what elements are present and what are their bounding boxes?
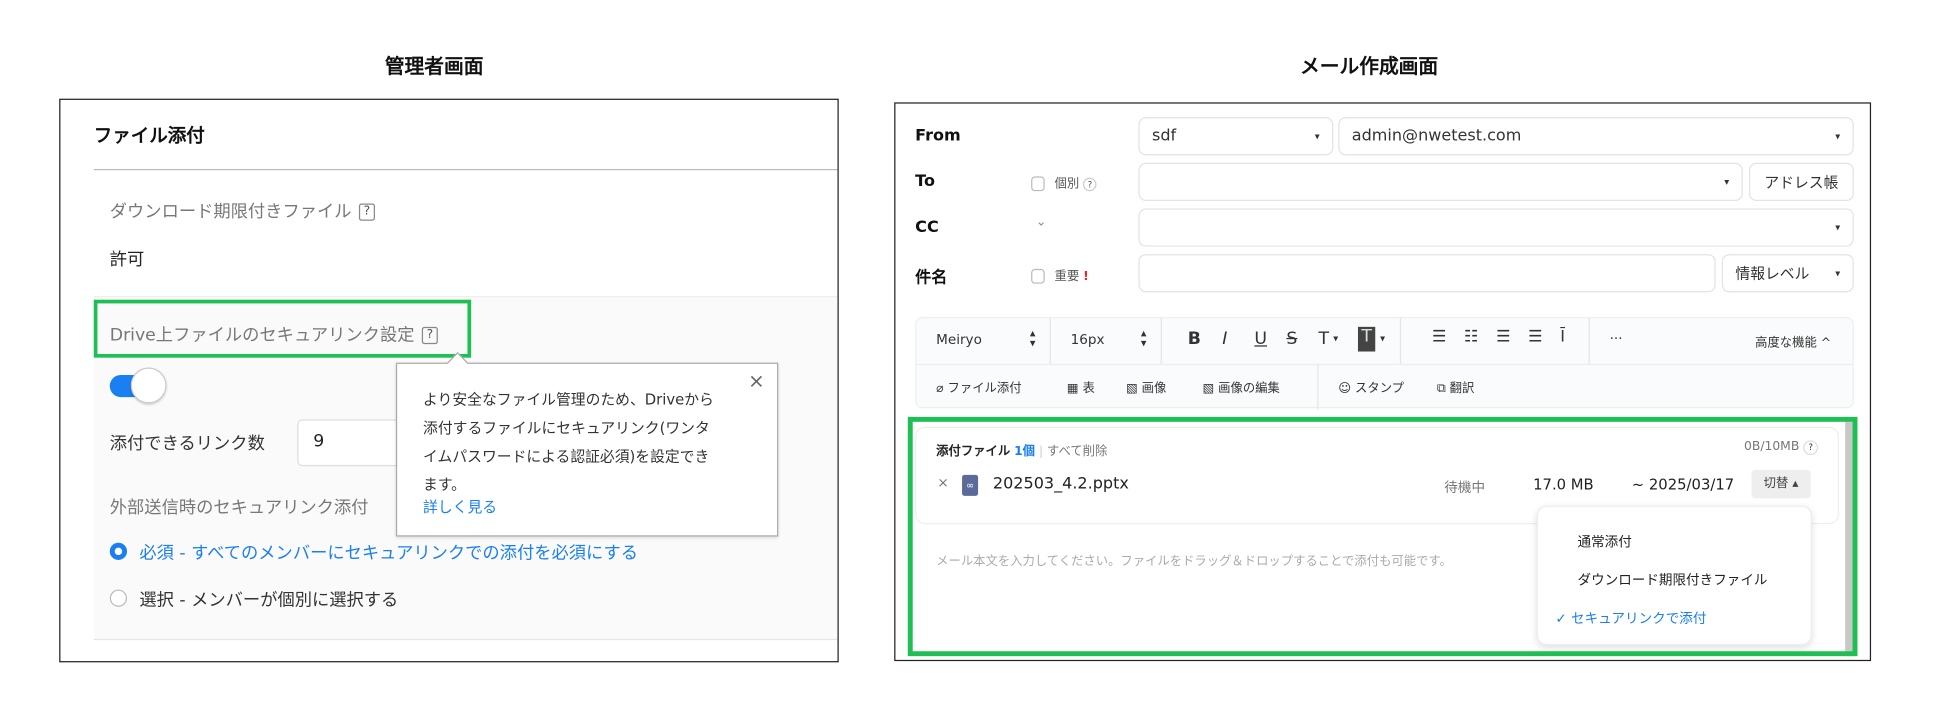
secure-link-label-text: Drive上ファイルのセキュアリンク設定	[109, 325, 415, 346]
stamp-label: スタンプ	[1355, 382, 1405, 396]
option-optional-label[interactable]: 選択 - メンバーが個別に選択する	[139, 587, 398, 612]
translate-icon: ⧉	[1436, 382, 1446, 396]
caret-icon: ▾	[1835, 130, 1841, 142]
stepper-icon[interactable]: ▴ ▾	[1141, 329, 1147, 350]
subject-input[interactable]	[1138, 254, 1716, 293]
important-checkbox[interactable]	[1031, 268, 1045, 284]
from-email-select[interactable]: admin@nwetest.com ▾	[1338, 117, 1854, 156]
external-send-label: 外部送信時のセキュアリンク添付	[109, 498, 369, 519]
help-icon[interactable]: ?	[421, 326, 438, 345]
important-option[interactable]: 重要 !	[1031, 265, 1089, 284]
admin-panel: ファイル添付 ダウンロード期限付きファイル? 許可 Drive上ファイルのセキュ…	[59, 98, 839, 663]
caret-icon: ▾	[1380, 333, 1386, 345]
download-setting-label: ダウンロード期限付きファイル?	[110, 199, 375, 224]
underline-button[interactable]: U	[1254, 329, 1267, 349]
image-edit-label: 画像の編集	[1218, 382, 1280, 396]
divider	[93, 168, 838, 171]
caret-icon: ▾	[1835, 267, 1841, 279]
radio-required[interactable]	[109, 542, 128, 560]
help-icon[interactable]: ?	[358, 203, 375, 221]
link-count-label: 添付できるリンク数	[109, 434, 265, 454]
align-icon[interactable]: ☰	[1432, 328, 1446, 347]
image-edit-button[interactable]: ▧ 画像の編集	[1203, 377, 1280, 396]
to-select[interactable]: ▾	[1138, 162, 1743, 202]
close-icon[interactable]: ×	[748, 369, 765, 392]
image-label: 画像	[1141, 382, 1167, 396]
tooltip-line: イムパスワードによる認証必須)を設定でき	[423, 447, 710, 465]
stage: 管理者画面 メール作成画面 ファイル添付 ダウンロード期限付きファイル? 許可 …	[0, 0, 1934, 712]
caret-icon: ▾	[1333, 333, 1339, 345]
highlight-color-button[interactable]: T	[1357, 326, 1376, 352]
from-label: From	[915, 127, 961, 146]
tooltip-line: 添付するファイルにセキュアリンク(ワンタ	[423, 419, 710, 437]
secure-link-label: Drive上ファイルのセキュアリンク設定?	[110, 322, 438, 347]
address-book-button[interactable]: アドレス帳	[1748, 162, 1854, 202]
attach-label: ファイル添付	[947, 382, 1022, 396]
text-color-button[interactable]: T	[1319, 329, 1330, 349]
cc-chevron-icon[interactable]: ⌄	[1036, 216, 1046, 230]
from-name-value: sdf	[1151, 127, 1177, 146]
image-edit-icon: ▧	[1202, 382, 1215, 396]
highlight-box	[907, 416, 1858, 657]
table-icon: ▦	[1066, 382, 1079, 396]
option-required-label[interactable]: 必須 - すべてのメンバーにセキュアリンクでの添付を必須にする	[139, 540, 638, 565]
compose-panel: From sdf ▾ admin@nwetest.com ▾ To 個別 ? ▾ ア…	[894, 102, 1872, 662]
download-value: 許可	[109, 250, 145, 271]
compose-screen-title: メール作成画面	[1300, 54, 1439, 78]
from-name-select[interactable]: sdf ▾	[1138, 117, 1334, 156]
table-label: 表	[1082, 382, 1095, 396]
more-button[interactable]: ···	[1610, 331, 1623, 347]
radio-optional[interactable]	[109, 589, 128, 607]
info-level-select[interactable]: 情報レベル ▾	[1721, 254, 1854, 293]
secure-link-toggle[interactable]	[109, 367, 167, 405]
image-button[interactable]: ▧ 画像	[1126, 377, 1166, 396]
download-label-text: ダウンロード期限付きファイル	[109, 202, 352, 223]
tooltip-line: より安全なファイル管理のため、Driveから	[423, 390, 714, 409]
font-family-select[interactable]: Meiryo	[936, 332, 982, 348]
translate-label: 翻訳	[1449, 382, 1475, 396]
individual-option[interactable]: 個別 ?	[1031, 173, 1097, 192]
to-label: To	[915, 172, 936, 192]
italic-button[interactable]: I	[1222, 329, 1227, 349]
indent-icon[interactable]: ☰	[1496, 328, 1510, 347]
important-label: 重要	[1054, 270, 1080, 284]
help-tooltip: × より安全なファイル管理のため、Driveから 添付するファイルにセキュアリン…	[395, 352, 779, 537]
stamp-icon: ☺	[1338, 382, 1352, 396]
translate-button[interactable]: ⧉ 翻訳	[1437, 377, 1474, 396]
cc-select[interactable]: ▾	[1138, 208, 1854, 247]
cc-label: CC	[915, 218, 939, 237]
help-icon[interactable]: ?	[1083, 177, 1097, 192]
from-email-value: admin@nwetest.com	[1351, 127, 1522, 146]
outdent-icon[interactable]: ☰	[1528, 328, 1542, 347]
caret-icon: ▾	[1314, 130, 1320, 142]
bold-button[interactable]: B	[1188, 329, 1201, 349]
admin-screen-title: 管理者画面	[384, 54, 484, 78]
image-icon: ▧	[1126, 382, 1138, 396]
tooltip-text: より安全なファイル管理のため、Driveから 添付するファイルにセキュアリンク(…	[423, 386, 714, 499]
paperclip-icon: ⌀	[936, 382, 944, 396]
learn-more-link[interactable]: 詳しく見る	[423, 496, 497, 517]
caret-icon: ▾	[1835, 222, 1841, 234]
font-size-select[interactable]: 16px	[1071, 332, 1105, 348]
editor-toolbar: Meiryo ▴ ▾ 16px ▴ ▾ B I U S T ▾ T ▾ ☰ ☷ ☰ …	[915, 316, 1854, 410]
caret-icon: ▾	[1724, 176, 1730, 188]
strikethrough-button[interactable]: S	[1286, 329, 1297, 349]
info-level-value: 情報レベル	[1735, 265, 1810, 283]
subject-label: 件名	[915, 268, 948, 288]
advanced-features-button[interactable]: 高度な機能 ^	[1755, 332, 1831, 351]
attach-file-button[interactable]: ⌀ ファイル添付	[936, 377, 1021, 396]
bullet-list-icon[interactable]: ☷	[1464, 328, 1478, 347]
stepper-icon[interactable]: ▴ ▾	[1030, 329, 1036, 350]
section-title: ファイル添付	[93, 124, 205, 147]
stamp-button[interactable]: ☺ スタンプ	[1338, 377, 1404, 396]
table-button[interactable]: ▦ 表	[1067, 377, 1095, 396]
line-height-icon[interactable]: Ī	[1560, 328, 1565, 347]
important-mark: !	[1083, 270, 1089, 284]
individual-label: 個別	[1054, 177, 1080, 192]
individual-checkbox[interactable]	[1031, 176, 1045, 192]
